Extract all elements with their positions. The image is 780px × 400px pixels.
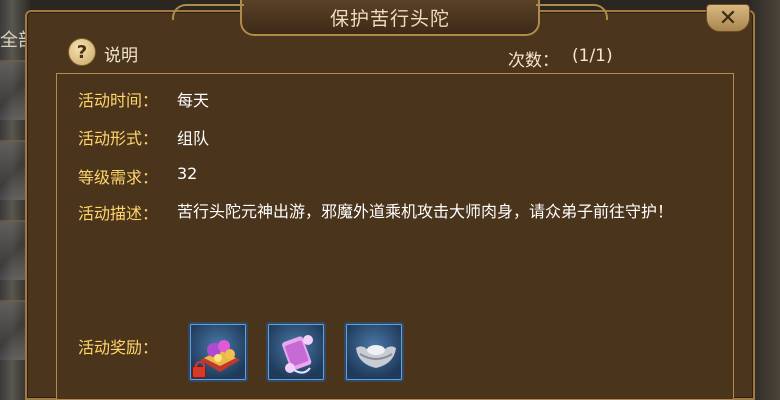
reward-slot-1[interactable] — [188, 322, 248, 382]
dialog-title: 保护苦行头陀 — [329, 7, 450, 30]
reward-label: 活动奖励： — [78, 338, 159, 357]
help-icon-glyph: ? — [76, 41, 88, 63]
time-label: 活动时间： — [78, 91, 159, 110]
close-button[interactable]: ✕ — [706, 4, 750, 32]
desc-label: 活动描述： — [78, 204, 159, 223]
form-value: 组队 — [177, 129, 210, 148]
lock-icon — [192, 361, 206, 378]
reward-slot-2[interactable] — [266, 322, 326, 382]
count-value: (1/1) — [572, 46, 613, 66]
level-label: 等级需求： — [78, 168, 159, 187]
desc-value: 苦行头陀元神出游，邪魔外道乘机攻击大师肉身，请众弟子前往守护！ — [177, 202, 674, 221]
close-icon: ✕ — [718, 5, 738, 31]
help-label[interactable]: 说明 — [104, 41, 138, 66]
time-value: 每天 — [177, 91, 210, 110]
reward-slot-3[interactable] — [344, 322, 404, 382]
help-icon[interactable]: ? — [68, 38, 96, 66]
count-label: 次数： — [508, 51, 559, 71]
title-plate: 保护苦行头陀 — [172, 0, 608, 36]
scroll-icon — [282, 335, 313, 374]
silver-ingot-icon — [356, 345, 396, 368]
level-value: 32 — [177, 164, 198, 183]
form-label: 活动形式： — [78, 129, 159, 148]
